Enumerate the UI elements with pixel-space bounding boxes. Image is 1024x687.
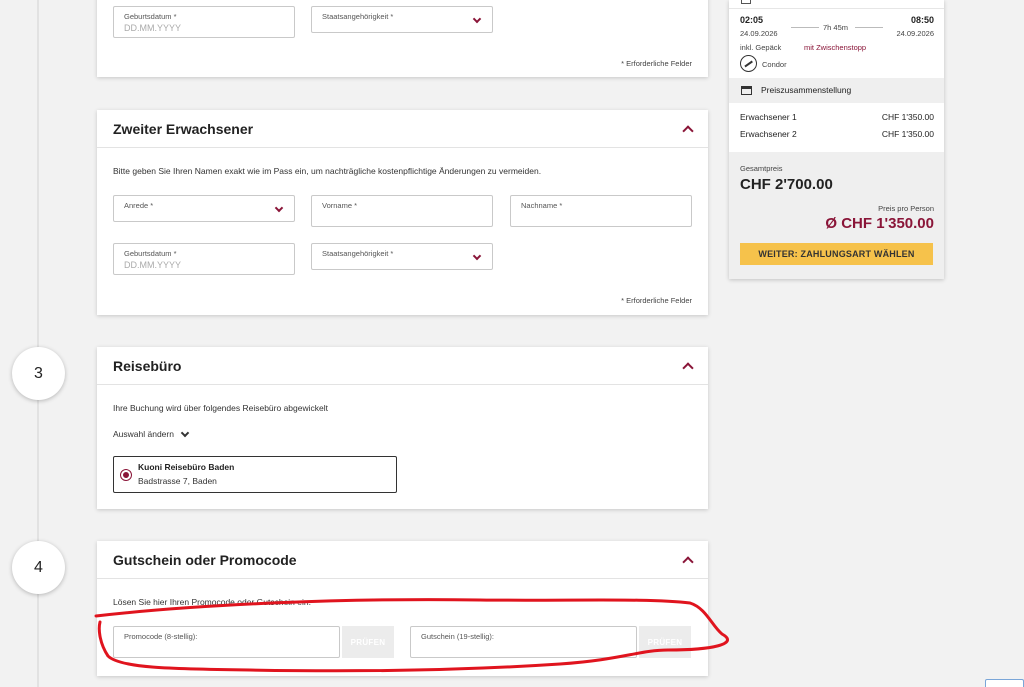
second-adult-header[interactable]: Zweiter Erwachsener <box>97 110 708 148</box>
per-person-price: Ø CHF 1'350.00 <box>825 215 934 232</box>
voucher-code-label: Gutschein (19-stellig): <box>421 632 494 641</box>
depart-date: 24.09.2026 <box>740 29 778 38</box>
step-3-indicator: 3 <box>12 347 65 400</box>
total-label: Gesamtpreis <box>740 164 783 173</box>
summary-divider <box>729 8 944 9</box>
required-note: * Erforderliche Felder <box>621 59 692 68</box>
chevron-down-icon <box>180 428 190 437</box>
chevron-up-icon[interactable] <box>682 361 694 374</box>
second-adult-title: Zweiter Erwachsener <box>113 120 254 137</box>
travel-agency-intro: Ihre Buchung wird über folgendes Reisebü… <box>113 403 328 413</box>
chevron-up-icon[interactable] <box>682 124 694 137</box>
airline-logo-icon <box>740 55 757 72</box>
birthdate-placeholder: DD.MM.YYYY <box>124 23 182 33</box>
nationality-select[interactable]: Staatsangehörigkeit * <box>311 243 493 270</box>
duration-line-left <box>791 27 819 28</box>
stopover-info: mit Zwischenstopp <box>804 43 867 52</box>
birthdate-field[interactable]: Geburtsdatum * DD.MM.YYYY <box>113 6 295 38</box>
change-selection-label: Auswahl ändern <box>113 429 174 439</box>
voucher-card: Gutschein oder Promocode Lösen Sie hier … <box>97 541 708 676</box>
travel-agency-header[interactable]: Reisebüro <box>97 347 708 385</box>
arrive-date: 24.09.2026 <box>896 29 934 38</box>
agency-option[interactable]: Kuoni Reisebüro Baden Badstrasse 7, Bade… <box>113 456 397 493</box>
salutation-select[interactable]: Anrede * <box>113 195 295 222</box>
promocode-label: Promocode (8-stellig): <box>124 632 198 641</box>
chevron-down-icon <box>472 14 482 24</box>
chevron-up-icon[interactable] <box>682 555 694 568</box>
baggage-info: inkl. Gepäck <box>740 43 782 52</box>
agency-address: Badstrasse 7, Baden <box>138 476 217 486</box>
birthdate-field[interactable]: Geburtsdatum * DD.MM.YYYY <box>113 243 295 275</box>
promocode-check-button[interactable]: PRÜFEN <box>342 626 394 658</box>
voucher-code-input[interactable]: Gutschein (19-stellig): <box>410 626 637 658</box>
firstname-field[interactable]: Vorname * <box>311 195 493 227</box>
promocode-input[interactable]: Promocode (8-stellig): <box>113 626 340 658</box>
airline-name: Condor <box>762 60 787 69</box>
second-adult-card: Zweiter Erwachsener Bitte geben Sie Ihre… <box>97 110 708 315</box>
travel-agency-title: Reisebüro <box>113 357 182 374</box>
birthdate-placeholder: DD.MM.YYYY <box>124 260 182 270</box>
second-adult-intro: Bitte geben Sie Ihren Namen exakt wie im… <box>113 166 542 176</box>
voucher-intro: Lösen Sie hier Ihren Promocode oder Guts… <box>113 597 311 607</box>
required-note: * Erforderliche Felder <box>621 296 692 305</box>
firstname-label: Vorname * <box>322 201 358 210</box>
pax1-price: CHF 1'350.00 <box>881 112 934 122</box>
flight-duration: 7h 45m <box>823 23 849 32</box>
salutation-label: Anrede * <box>124 201 154 210</box>
radio-selected-icon[interactable] <box>120 469 132 481</box>
birthdate-label: Geburtsdatum * <box>124 12 177 21</box>
chevron-down-icon <box>472 251 482 261</box>
chevron-down-icon <box>274 203 284 213</box>
receipt-icon <box>741 86 752 95</box>
voucher-header[interactable]: Gutschein oder Promocode <box>97 541 708 579</box>
voucher-check-button[interactable]: PRÜFEN <box>639 626 691 658</box>
price-breakdown-title: Preiszusammenstellung <box>761 85 852 95</box>
nationality-select[interactable]: Staatsangehörigkeit * <box>311 6 493 33</box>
travel-agency-card: Reisebüro Ihre Buchung wird über folgend… <box>97 347 708 509</box>
total-price: CHF 2'700.00 <box>740 176 833 193</box>
arrive-time: 08:50 <box>910 15 934 25</box>
booking-summary-panel: 02:05 7h 45m 08:50 24.09.2026 24.09.2026… <box>729 0 944 279</box>
price-breakdown-header: Preiszusammenstellung <box>729 78 944 103</box>
agency-name: Kuoni Reisebüro Baden <box>138 462 235 472</box>
pax1-label: Erwachsener 1 <box>740 112 797 122</box>
continue-payment-button[interactable]: WEITER: ZAHLUNGSART WÄHLEN <box>740 243 933 265</box>
lastname-label: Nachname * <box>521 201 563 210</box>
lastname-field[interactable]: Nachname * <box>510 195 692 227</box>
pax2-label: Erwachsener 2 <box>740 129 797 139</box>
birthdate-label: Geburtsdatum * <box>124 249 177 258</box>
per-person-label: Preis pro Person <box>878 204 934 213</box>
voucher-title: Gutschein oder Promocode <box>113 551 297 568</box>
depart-time: 02:05 <box>740 15 764 25</box>
change-selection-toggle[interactable]: Auswahl ändern <box>113 428 190 439</box>
calendar-icon <box>741 0 751 4</box>
floating-widget[interactable] <box>985 679 1024 687</box>
price-total-area: Gesamtpreis CHF 2'700.00 Preis pro Perso… <box>729 152 944 279</box>
pax2-price: CHF 1'350.00 <box>881 129 934 139</box>
nationality-label: Staatsangehörigkeit * <box>322 249 394 258</box>
duration-line-right <box>855 27 883 28</box>
first-adult-card: Geburtsdatum * DD.MM.YYYY Staatsangehöri… <box>97 0 708 77</box>
nationality-label: Staatsangehörigkeit * <box>322 12 394 21</box>
step-4-indicator: 4 <box>12 541 65 594</box>
